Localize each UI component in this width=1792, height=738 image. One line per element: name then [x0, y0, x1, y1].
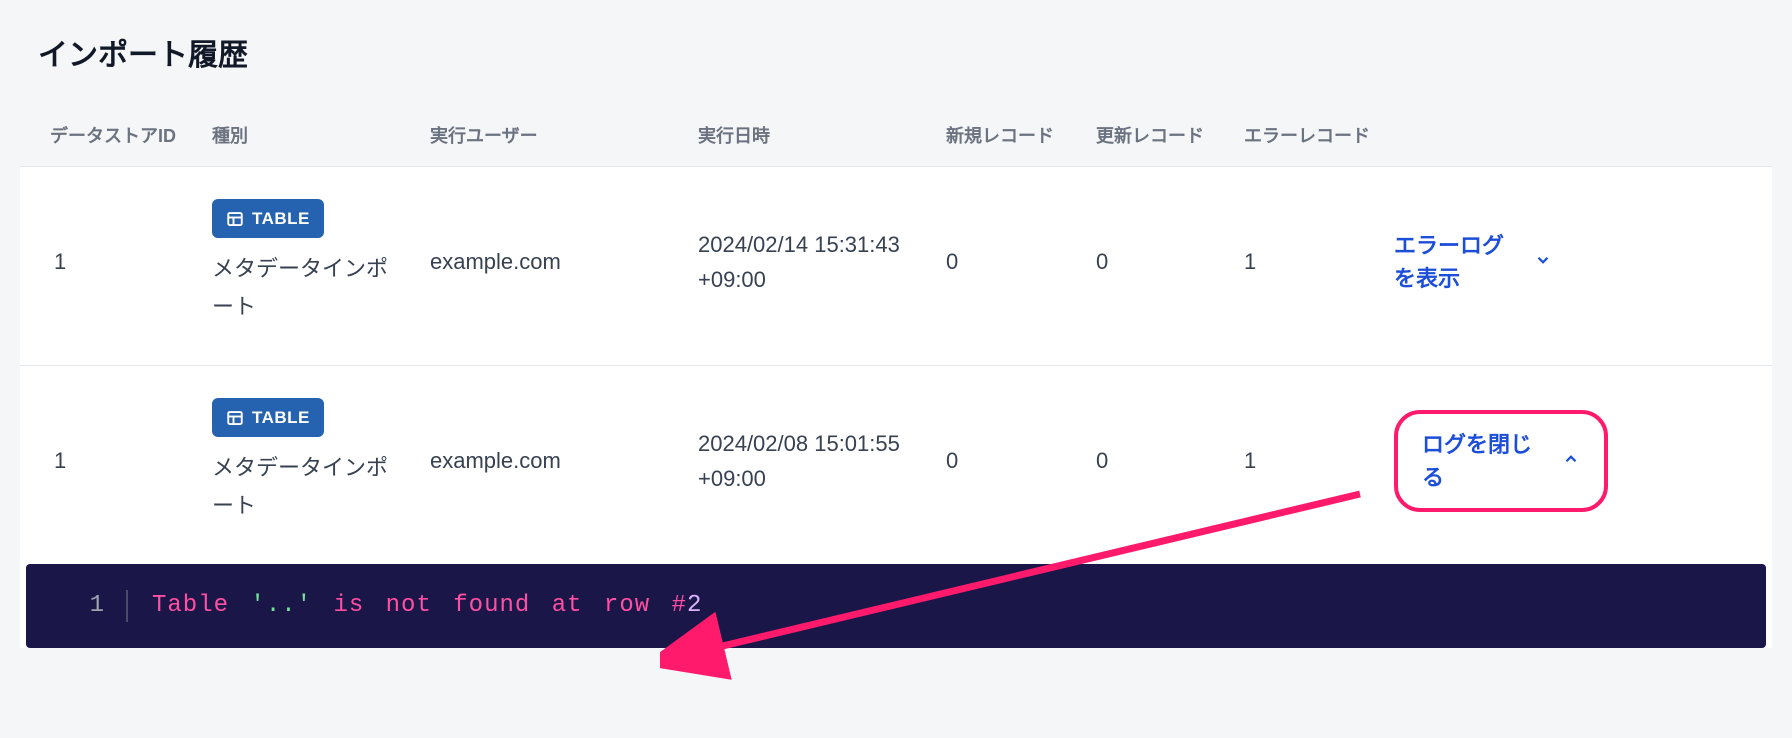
cell-update-records: 0 [1084, 244, 1232, 279]
log-token: 2 [687, 592, 702, 619]
table-row: 1 TABLE メタデータインポート example.com 2024/02/1… [20, 166, 1772, 357]
badge-label: TABLE [252, 205, 310, 232]
cell-datastore-id: 1 [20, 443, 200, 478]
table-row: 1 TABLE メタデータインポート example.com 2024/02/0… [20, 365, 1772, 556]
chevron-down-icon [1534, 244, 1552, 279]
header-type: 種別 [200, 122, 418, 148]
cell-update-records: 0 [1084, 443, 1232, 478]
annotation-highlight: ログを閉じる [1394, 410, 1608, 512]
cell-new-records: 0 [934, 244, 1084, 279]
cell-date: 2024/02/14 15:31:43 +09:00 [686, 227, 934, 297]
table-icon [226, 210, 244, 228]
close-log-button[interactable]: ログを閉じる [1422, 428, 1580, 494]
header-date: 実行日時 [686, 122, 934, 148]
log-token: # [672, 592, 687, 619]
page-title: インポート履歴 [38, 30, 1772, 74]
cell-type: TABLE メタデータインポート [200, 398, 418, 524]
log-token: not [386, 592, 432, 619]
action-label: エラーログを表示 [1394, 229, 1524, 295]
header-update-records: 更新レコード [1084, 122, 1232, 148]
error-log-panel: 1 Table '..' is not found at row #2 [26, 564, 1766, 648]
header-new-records: 新規レコード [934, 122, 1084, 148]
cell-type: TABLE メタデータインポート [200, 199, 418, 325]
cell-error-records: 1 [1232, 443, 1382, 478]
log-token: is [333, 592, 364, 619]
log-line-number: 1 [56, 592, 126, 619]
type-text: メタデータインポート [212, 250, 406, 325]
cell-user: example.com [418, 244, 686, 279]
log-token: at [552, 592, 583, 619]
cell-date: 2024/02/08 15:01:55 +09:00 [686, 426, 934, 496]
badge-label: TABLE [252, 404, 310, 431]
log-token: '..' [250, 592, 312, 619]
table-badge: TABLE [212, 398, 324, 437]
log-message: Table '..' is not found at row #2 [152, 592, 702, 619]
table-badge: TABLE [212, 199, 324, 238]
table-icon [226, 409, 244, 427]
header-error-records: エラーレコード [1232, 122, 1382, 148]
cell-error-records: 1 [1232, 244, 1382, 279]
cell-new-records: 0 [934, 443, 1084, 478]
cell-user: example.com [418, 443, 686, 478]
show-error-log-button[interactable]: エラーログを表示 [1394, 229, 1760, 295]
log-token: found [453, 592, 530, 619]
table-header-row: データストアID 種別 実行ユーザー 実行日時 新規レコード 更新レコード エラ… [20, 104, 1772, 166]
import-history-table: データストアID 種別 実行ユーザー 実行日時 新規レコード 更新レコード エラ… [20, 104, 1772, 648]
log-token: row [604, 592, 650, 619]
chevron-up-icon [1562, 443, 1580, 478]
log-separator [126, 590, 128, 622]
header-user: 実行ユーザー [418, 122, 686, 148]
type-text: メタデータインポート [212, 449, 406, 524]
cell-datastore-id: 1 [20, 244, 200, 279]
action-label: ログを閉じる [1422, 428, 1552, 494]
header-datastore-id: データストアID [20, 122, 200, 148]
log-token: Table [152, 592, 229, 619]
